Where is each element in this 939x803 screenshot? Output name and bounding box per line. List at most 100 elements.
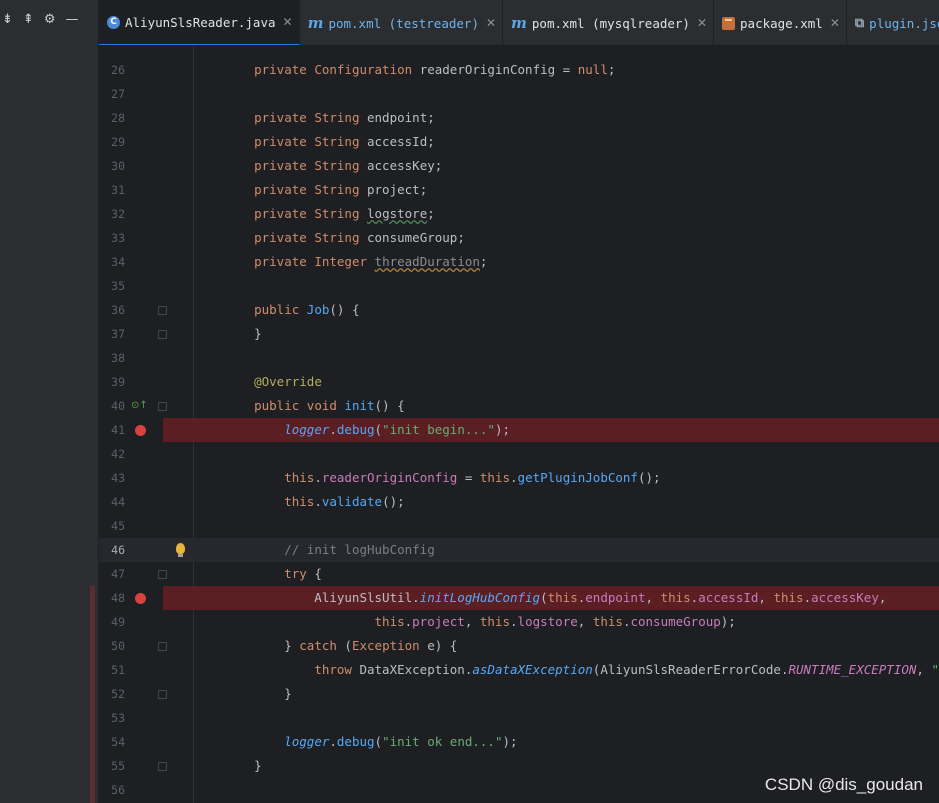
code-line[interactable]: 29 private String accessId; (99, 130, 939, 154)
code-line[interactable]: 35 (99, 274, 939, 298)
breakpoint-icon[interactable] (135, 593, 146, 604)
code-line[interactable]: 43 this.readerOriginConfig = this.getPlu… (99, 466, 939, 490)
code-line[interactable]: 45 (99, 514, 939, 538)
line-gutter[interactable]: 35 (99, 274, 163, 298)
code-line[interactable]: 41 logger.debug("init begin..."); (99, 418, 939, 442)
code-line[interactable]: 53 (99, 706, 939, 730)
line-gutter[interactable]: 48 (99, 586, 163, 610)
code-line[interactable]: 50 } catch (Exception e) { (99, 634, 939, 658)
line-number: 53 (111, 711, 125, 725)
line-gutter[interactable]: 42 (99, 442, 163, 466)
json-icon: ⧉ (854, 15, 865, 31)
java-class-icon: C (107, 15, 120, 29)
code-line[interactable]: 54 logger.debug("init ok end..."); (99, 730, 939, 754)
code-editor[interactable]: 26 private Configuration readerOriginCon… (99, 46, 939, 803)
code-line[interactable]: 42 (99, 442, 939, 466)
line-gutter[interactable]: 46 (99, 538, 163, 562)
line-gutter[interactable]: 31 (99, 178, 163, 202)
collapse-all-icon[interactable]: ⇞ (23, 13, 34, 27)
line-gutter[interactable]: 56 (99, 778, 163, 802)
line-gutter[interactable]: 36 (99, 298, 167, 322)
code-text: logger.debug("init ok end..."); (284, 734, 518, 749)
line-gutter[interactable]: 50 (99, 634, 167, 658)
tab-pom-xml-mysqlreader[interactable]: m pom.xml (mysqlreader) ✕ (503, 0, 715, 45)
code-line[interactable]: 27 (99, 82, 939, 106)
line-gutter[interactable]: 55 (99, 754, 167, 778)
line-number: 39 (111, 375, 125, 389)
code-line[interactable]: 36 public Job() { (99, 298, 939, 322)
line-gutter[interactable]: 45 (99, 514, 163, 538)
override-method-icon[interactable]: ⊙↑ (131, 400, 148, 411)
line-gutter[interactable]: 39 (99, 370, 163, 394)
line-gutter[interactable]: 33 (99, 226, 163, 250)
code-text: @Override (254, 374, 322, 389)
code-line[interactable]: 40 ⊙↑ public void init() { (99, 394, 939, 418)
code-line[interactable]: 32 private String logstore; (99, 202, 939, 226)
line-gutter[interactable]: 26 (99, 58, 163, 82)
fold-marker-icon[interactable] (158, 690, 167, 699)
line-gutter[interactable]: 27 (99, 82, 163, 106)
tab-plugin-json[interactable]: ⧉ plugin.json ✕ (847, 0, 939, 45)
code-line[interactable]: 49 this.project, this.logstore, this.con… (99, 610, 939, 634)
code-line[interactable]: 34 private Integer threadDuration; (99, 250, 939, 274)
hide-panel-icon[interactable]: — (65, 13, 78, 27)
line-gutter[interactable]: 49 (99, 610, 163, 634)
code-line[interactable] (99, 46, 939, 58)
line-number: 40 (111, 399, 125, 413)
line-gutter[interactable]: 37 (99, 322, 167, 346)
line-number: 44 (111, 495, 125, 509)
code-line[interactable]: 26 private Configuration readerOriginCon… (99, 58, 939, 82)
code-text: throw DataXException.asDataXException(Al… (314, 662, 939, 677)
code-line[interactable]: 44 this.validate(); (99, 490, 939, 514)
tab-package-xml[interactable]: package.xml ✕ (714, 0, 847, 45)
settings-gear-icon[interactable]: ⚙ (44, 13, 56, 27)
close-icon[interactable]: ✕ (283, 15, 293, 29)
line-number: 36 (111, 303, 125, 317)
fold-marker-icon[interactable] (158, 762, 167, 771)
line-gutter[interactable]: 30 (99, 154, 163, 178)
code-text: this.readerOriginConfig = this.getPlugin… (284, 470, 661, 485)
code-line[interactable]: 46 // init logHubConfig (99, 538, 939, 562)
line-gutter[interactable]: 40 ⊙↑ (99, 394, 167, 418)
code-line[interactable]: 31 private String project; (99, 178, 939, 202)
sidebar-scrollbar[interactable] (90, 586, 95, 803)
tab-pom-xml-testreader[interactable]: m pom.xml (testreader) ✕ (300, 0, 504, 45)
line-gutter[interactable] (99, 46, 163, 58)
fold-marker-icon[interactable] (158, 306, 167, 315)
code-line[interactable]: 51 throw DataXException.asDataXException… (99, 658, 939, 682)
close-icon[interactable]: ✕ (697, 16, 707, 30)
breakpoint-icon[interactable] (135, 425, 146, 436)
tab-aliyunslsreader-java[interactable]: C AliyunSlsReader.java ✕ (99, 0, 300, 45)
line-gutter[interactable]: 43 (99, 466, 163, 490)
line-gutter[interactable]: 54 (99, 730, 163, 754)
line-gutter[interactable]: 47 (99, 562, 167, 586)
code-line[interactable]: 30 private String accessKey; (99, 154, 939, 178)
line-gutter[interactable]: 38 (99, 346, 163, 370)
code-line[interactable]: 28 private String endpoint; (99, 106, 939, 130)
code-line[interactable]: 47 try { (99, 562, 939, 586)
close-icon[interactable]: ✕ (486, 16, 496, 30)
fold-marker-icon[interactable] (158, 330, 167, 339)
line-gutter[interactable]: 41 (99, 418, 163, 442)
expand-all-icon[interactable]: ⇟ (2, 13, 13, 27)
code-line[interactable]: 37 } (99, 322, 939, 346)
close-icon[interactable]: ✕ (830, 16, 840, 30)
line-number: 50 (111, 639, 125, 653)
fold-marker-icon[interactable] (158, 402, 167, 411)
line-gutter[interactable]: 29 (99, 130, 163, 154)
line-gutter[interactable]: 51 (99, 658, 163, 682)
code-line[interactable]: 39 @Override (99, 370, 939, 394)
line-gutter[interactable]: 28 (99, 106, 163, 130)
code-line[interactable]: 38 (99, 346, 939, 370)
fold-marker-icon[interactable] (158, 642, 167, 651)
code-line[interactable]: 48 AliyunSlsUtil.initLogHubConfig(this.e… (99, 586, 939, 610)
intention-bulb-icon[interactable] (176, 543, 185, 557)
line-gutter[interactable]: 34 (99, 250, 163, 274)
code-line[interactable]: 52 } (99, 682, 939, 706)
line-gutter[interactable]: 44 (99, 490, 163, 514)
fold-marker-icon[interactable] (158, 570, 167, 579)
line-gutter[interactable]: 32 (99, 202, 163, 226)
code-line[interactable]: 33 private String consumeGroup; (99, 226, 939, 250)
line-gutter[interactable]: 53 (99, 706, 163, 730)
line-gutter[interactable]: 52 (99, 682, 167, 706)
